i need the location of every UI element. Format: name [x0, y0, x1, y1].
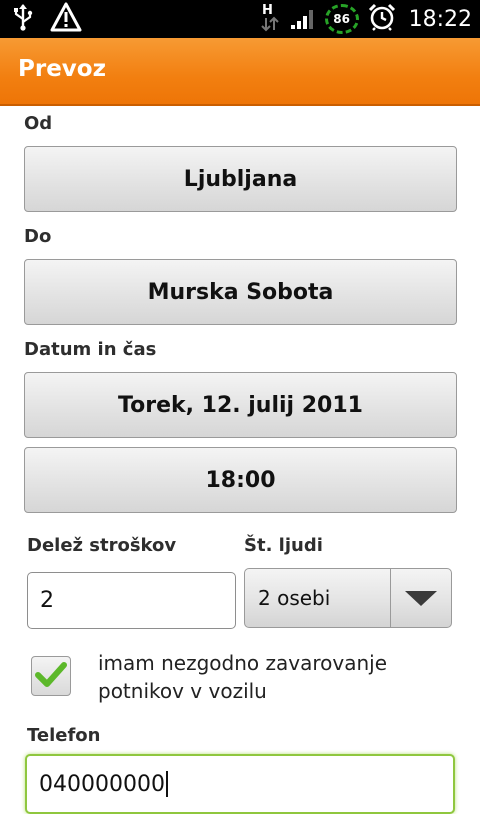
alarm-icon — [368, 3, 396, 35]
phone-label: Telefon — [27, 725, 101, 746]
datetime-label: Datum in čas — [24, 339, 157, 360]
insurance-label: imam nezgodno zavarovanje potnikov v voz… — [98, 651, 388, 703]
battery-level: 86 — [333, 12, 350, 26]
insurance-checkbox[interactable] — [31, 656, 71, 696]
battery-icon: 86 — [324, 4, 359, 34]
status-time: 18:22 — [408, 6, 472, 32]
text-cursor — [165, 771, 168, 797]
from-city-button[interactable]: Ljubljana — [24, 146, 457, 212]
network-h-icon: H — [259, 2, 281, 36]
time-value: 18:00 — [205, 467, 276, 493]
cost-share-input[interactable]: 2 — [27, 572, 236, 629]
phone-input[interactable]: 040000000 — [25, 754, 455, 814]
from-city-value: Ljubljana — [183, 166, 298, 192]
people-count-label: Št. ljudi — [244, 535, 323, 556]
usb-icon — [12, 3, 34, 35]
app-title-bar: Prevoz — [0, 38, 480, 106]
to-city-button[interactable]: Murska Sobota — [24, 259, 457, 325]
dropdown-arrow-button[interactable] — [390, 569, 451, 627]
cost-share-value: 2 — [40, 588, 54, 613]
time-button[interactable]: 18:00 — [24, 447, 457, 513]
cost-share-label: Delež stroškov — [27, 535, 177, 556]
warning-icon — [50, 2, 82, 36]
people-count-value: 2 osebi — [258, 586, 331, 610]
date-value: Torek, 12. julij 2011 — [118, 392, 363, 418]
date-button[interactable]: Torek, 12. julij 2011 — [24, 372, 457, 438]
signal-icon — [290, 3, 316, 35]
phone-value: 040000000 — [39, 771, 165, 797]
svg-text:H: H — [262, 3, 273, 18]
app-title: Prevoz — [18, 56, 106, 82]
chevron-down-icon — [405, 590, 437, 606]
people-count-dropdown[interactable]: 2 osebi — [244, 568, 452, 628]
to-city-value: Murska Sobota — [147, 279, 334, 305]
status-bar: H 86 18:22 — [0, 0, 480, 38]
checkmark-icon — [35, 660, 67, 692]
from-label: Od — [24, 113, 53, 134]
to-label: Do — [24, 226, 52, 247]
